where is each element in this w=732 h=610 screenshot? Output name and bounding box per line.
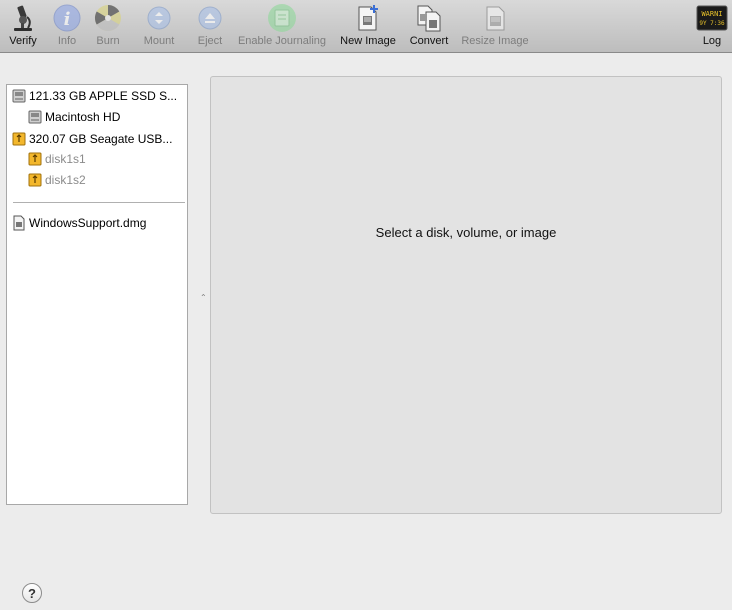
list-item-label: disk1s2 [45, 173, 86, 187]
list-item-windowssupport-dmg[interactable]: WindowsSupport.dmg [12, 213, 146, 233]
burn-button[interactable]: Burn [91, 2, 125, 50]
eject-button[interactable]: Eject [193, 2, 227, 50]
details-panel: Select a disk, volume, or image [210, 76, 722, 514]
mount-button[interactable]: Mount [140, 2, 178, 50]
info-icon: i [51, 2, 83, 34]
external-volume-icon [28, 173, 42, 187]
log-button[interactable]: WARNI 9Y 7:36 Log [695, 2, 729, 50]
resize-image-button[interactable]: Resize Image [459, 2, 531, 50]
svg-text:i: i [64, 9, 71, 30]
list-item-disk1s1[interactable]: disk1s1 [28, 149, 86, 169]
enable-journaling-label: Enable Journaling [237, 35, 327, 47]
list-item-label: WindowsSupport.dmg [29, 216, 147, 230]
resize-image-label: Resize Image [461, 35, 529, 47]
console-log-icon: WARNI 9Y 7:36 [696, 2, 728, 34]
resize-image-icon [479, 2, 511, 34]
log-icon-text: WARNI [701, 10, 722, 18]
list-item-label: Macintosh HD [45, 110, 121, 124]
help-button[interactable]: ? [22, 583, 42, 603]
internal-disk-icon [12, 89, 26, 103]
new-image-button[interactable]: New Image [338, 2, 398, 50]
burn-icon [92, 2, 124, 34]
list-item-seagate-usb[interactable]: 320.07 GB Seagate USB... [12, 129, 172, 149]
toolbar: Verify i Info Burn Mount Eject Enable Jo… [0, 0, 732, 53]
eject-label: Eject [197, 35, 223, 47]
list-item-label: 320.07 GB Seagate USB... [29, 132, 173, 146]
mount-icon [143, 2, 175, 34]
list-separator [13, 202, 185, 203]
volume-icon [28, 110, 42, 124]
convert-label: Convert [409, 35, 449, 47]
microscope-icon [7, 2, 39, 34]
log-icon-time: 9Y 7:36 [699, 20, 725, 27]
list-item-label: disk1s1 [45, 152, 86, 166]
burn-label: Burn [96, 35, 120, 47]
disk-list-sidebar[interactable]: 121.33 GB APPLE SSD S... Macintosh HD 32… [6, 84, 188, 505]
list-item-macintosh-hd[interactable]: Macintosh HD [28, 107, 120, 127]
split-view-handle[interactable]: ⌃ [200, 293, 207, 302]
external-volume-icon [28, 152, 42, 166]
info-label: Info [57, 35, 77, 47]
disk-image-icon [13, 215, 25, 231]
verify-label: Verify [9, 35, 37, 47]
info-button[interactable]: i Info [50, 2, 84, 50]
log-label: Log [702, 35, 722, 47]
new-image-icon [352, 2, 384, 34]
mount-label: Mount [143, 35, 175, 47]
list-item-apple-ssd[interactable]: 121.33 GB APPLE SSD S... [12, 86, 177, 106]
list-item-label: 121.33 GB APPLE SSD S... [29, 89, 178, 103]
empty-selection-message: Select a disk, volume, or image [375, 225, 557, 240]
journaling-icon [266, 2, 298, 34]
enable-journaling-button[interactable]: Enable Journaling [235, 2, 329, 50]
verify-button[interactable]: Verify [4, 2, 42, 50]
external-disk-icon [12, 132, 26, 146]
convert-button[interactable]: Convert [406, 2, 452, 50]
list-item-disk1s2[interactable]: disk1s2 [28, 170, 86, 190]
new-image-label: New Image [340, 35, 396, 47]
convert-icon [413, 2, 445, 34]
eject-icon [194, 2, 226, 34]
